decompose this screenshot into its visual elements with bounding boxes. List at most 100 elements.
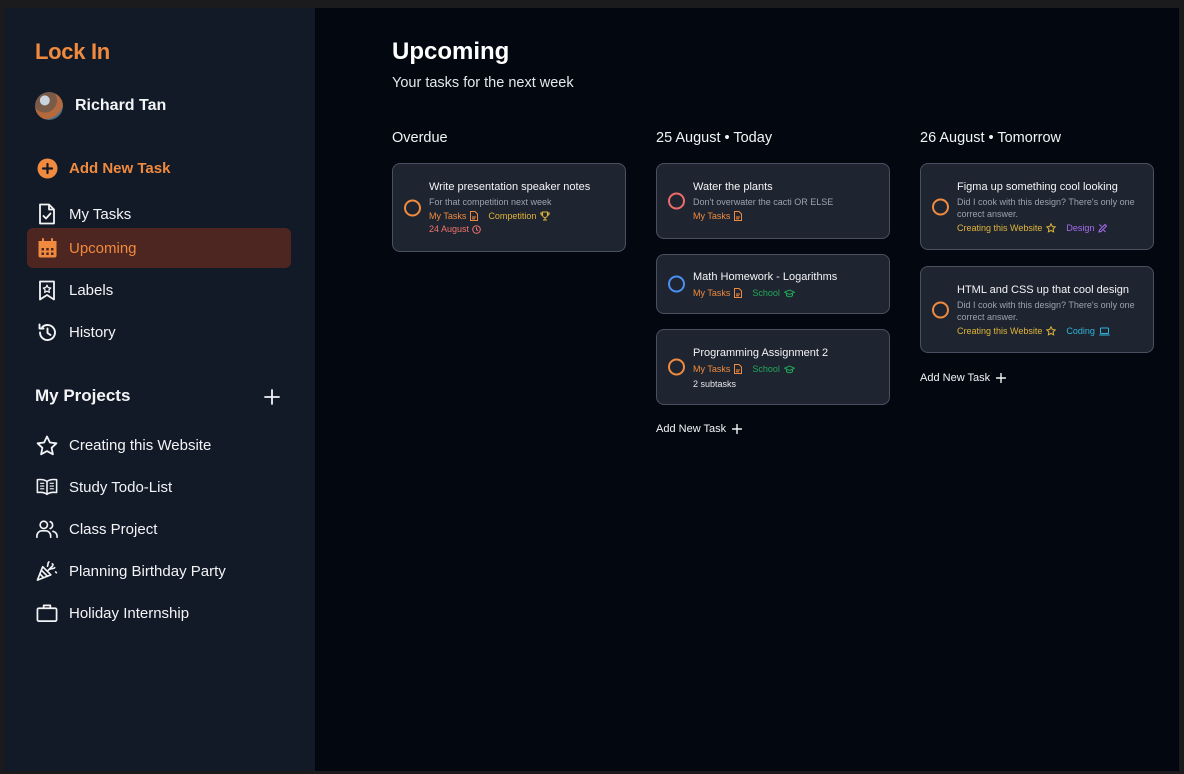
sidebar-item-label: My Tasks [69, 205, 132, 223]
tag-label: Creating this Website [957, 326, 1043, 336]
task-card[interactable]: Write presentation speaker notes For tha… [392, 163, 626, 252]
project-item-holiday-internship[interactable]: Holiday Internship [27, 593, 291, 633]
tag-coding[interactable]: Coding [1066, 324, 1110, 338]
task-tags: My Tasks Competition [429, 209, 613, 223]
document-check-icon [36, 203, 58, 225]
graduation-cap-icon [783, 288, 795, 297]
column-overdue: Overdue Write presentation speaker notes… [392, 130, 626, 267]
sidebar-item-labels[interactable]: Labels [27, 270, 291, 310]
tag-school[interactable]: School [752, 286, 795, 300]
tag-label: My Tasks [693, 364, 731, 374]
add-new-task-label: Add New Task [69, 159, 171, 177]
task-description: For that competition next week [429, 197, 552, 207]
task-title: HTML and CSS up that cool design [957, 284, 1130, 296]
app-window: Lock In Richard Tan Add New Task My Task… [4, 8, 1179, 771]
tag-my-tasks[interactable]: My Tasks [693, 362, 743, 376]
add-project-button[interactable] [262, 387, 282, 407]
task-due-date: 24 August [429, 224, 613, 234]
history-icon [36, 321, 58, 343]
task-checkbox[interactable] [668, 275, 685, 293]
column-tomorrow: 26 August • Tomorrow Figma up something … [920, 130, 1154, 386]
plus-icon [732, 424, 743, 434]
task-card[interactable]: Math Homework - Logarithms My Tasks Scho… [656, 254, 890, 314]
tag-label: My Tasks [693, 288, 731, 298]
briefcase-icon [36, 602, 58, 624]
task-title: Math Homework - Logarithms [693, 271, 838, 283]
document-icon [734, 211, 743, 221]
tag-my-tasks[interactable]: My Tasks [693, 286, 743, 300]
task-card[interactable]: Programming Assignment 2 My Tasks School… [656, 329, 890, 405]
task-description: Did I cook with this design? There's onl… [957, 300, 1135, 322]
task-card[interactable]: Figma up something cool looking Did I co… [920, 163, 1154, 250]
tag-label: Design [1066, 223, 1095, 233]
project-label: Holiday Internship [69, 604, 190, 622]
task-checkbox[interactable] [668, 192, 685, 210]
tag-school[interactable]: School [752, 362, 795, 376]
tag-creating-this-website[interactable]: Creating this Website [957, 324, 1057, 338]
task-checkbox[interactable] [932, 198, 949, 215]
tag-design[interactable]: Design [1066, 221, 1108, 235]
document-icon [734, 288, 743, 298]
sidebar-item-upcoming[interactable]: Upcoming [27, 228, 291, 268]
design-icon [1098, 223, 1108, 233]
sidebar: Lock In Richard Tan Add New Task My Task… [4, 8, 315, 771]
sidebar-item-history[interactable]: History [27, 312, 291, 352]
clock-icon [472, 224, 481, 234]
task-title: Write presentation speaker notes [429, 181, 591, 193]
add-new-task-tomorrow-button[interactable]: Add New Task [920, 372, 1007, 384]
column-today: 25 August • Today Water the plants Don't… [656, 130, 890, 437]
task-title: Programming Assignment 2 [693, 347, 829, 359]
tag-my-tasks[interactable]: My Tasks [693, 209, 743, 223]
column-heading: 25 August • Today [656, 130, 773, 146]
task-title: Figma up something cool looking [957, 181, 1118, 193]
page-title: Upcoming [392, 38, 510, 65]
tag-label: My Tasks [693, 211, 731, 221]
task-card[interactable]: Water the plants Don't overwater the cac… [656, 163, 890, 239]
task-checkbox[interactable] [668, 358, 685, 376]
bookmark-star-icon [36, 279, 58, 301]
task-tags: Creating this Website Coding [957, 324, 1141, 338]
calendar-icon [36, 237, 58, 259]
tag-creating-this-website[interactable]: Creating this Website [957, 221, 1057, 235]
project-label: Creating this Website [69, 436, 212, 454]
column-heading: Overdue [392, 130, 448, 146]
party-popper-icon [36, 560, 58, 582]
document-icon [734, 364, 743, 374]
document-icon [470, 211, 479, 221]
brand-logo[interactable]: Lock In [35, 39, 110, 65]
star-icon [1046, 326, 1057, 336]
avatar [35, 92, 63, 120]
tag-label: My Tasks [429, 211, 467, 221]
tag-my-tasks[interactable]: My Tasks [429, 209, 479, 223]
tag-label: Coding [1066, 326, 1095, 336]
project-label: Study Todo-List [69, 478, 173, 496]
users-icon [36, 518, 58, 540]
plus-icon [264, 389, 280, 405]
task-card[interactable]: HTML and CSS up that cool design Did I c… [920, 266, 1154, 353]
tag-label: School [752, 364, 780, 374]
star-icon [36, 434, 58, 456]
task-tags: My Tasks School [693, 362, 877, 376]
project-item-creating-this-website[interactable]: Creating this Website [27, 425, 291, 465]
task-tags: My Tasks School [693, 286, 877, 300]
trophy-icon [540, 211, 551, 221]
add-task-label: Add New Task [920, 372, 991, 384]
project-item-study-todo-list[interactable]: Study Todo-List [27, 467, 291, 507]
task-checkbox[interactable] [932, 301, 949, 318]
tag-label: Competition [488, 211, 537, 221]
main-content: Upcoming Your tasks for the next week Ov… [315, 8, 1179, 771]
add-new-task-button[interactable]: Add New Task [27, 148, 291, 188]
star-icon [1046, 223, 1057, 233]
task-checkbox[interactable] [404, 199, 421, 216]
user-profile[interactable]: Richard Tan [35, 92, 166, 120]
plus-icon [996, 373, 1007, 383]
project-label: Class Project [69, 520, 158, 538]
sidebar-item-label: Labels [69, 281, 114, 299]
task-subtasks: 2 subtasks [693, 379, 737, 389]
add-new-task-today-button[interactable]: Add New Task [656, 423, 743, 435]
my-projects-heading: My Projects [35, 386, 131, 405]
project-item-planning-birthday-party[interactable]: Planning Birthday Party [27, 551, 291, 591]
project-item-class-project[interactable]: Class Project [27, 509, 291, 549]
add-task-label: Add New Task [656, 423, 727, 435]
tag-competition[interactable]: Competition [488, 209, 551, 223]
